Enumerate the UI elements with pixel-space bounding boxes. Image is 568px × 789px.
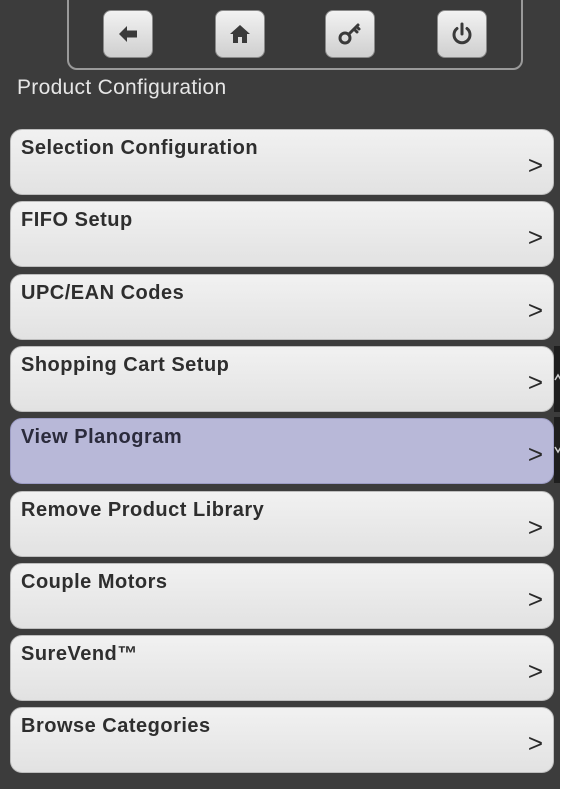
scroll-down-button[interactable] [554,417,560,483]
menu-item-label: UPC/EAN Codes [21,282,185,304]
menu-item-label: Couple Motors [21,571,168,593]
menu-item-label: Selection Configuration [21,137,259,159]
menu-item[interactable]: Remove Product Library > [10,491,554,557]
back-arrow-icon [119,26,137,42]
chevron-right-icon: > [527,656,543,686]
chevron-right-icon: > [527,222,543,252]
home-button[interactable] [215,10,265,58]
chevron-right-icon: > [527,295,543,325]
menu-item[interactable]: SureVend™ > [10,635,554,701]
back-button[interactable] [103,10,153,58]
menu-item-label: SureVend™ [21,643,138,665]
scroll-down-icon [554,446,560,454]
menu-item[interactable]: UPC/EAN Codes > [10,274,554,340]
menu-item[interactable]: View Planogram > [10,418,554,484]
menu-item-label: FIFO Setup [21,209,133,231]
menu-item-label: Shopping Cart Setup [21,354,230,376]
menu-item[interactable]: Selection Configuration > [10,129,554,195]
toolbar [67,0,523,70]
power-button[interactable] [437,10,487,58]
menu-item-label: Remove Product Library [21,499,265,521]
chevron-right-icon: > [527,367,543,397]
scroll-up-button[interactable] [554,346,560,412]
menu-item-label: Browse Categories [21,715,211,737]
chevron-right-icon: > [527,150,543,180]
power-icon [452,22,472,45]
key-icon [338,23,361,45]
chevron-right-icon: > [527,584,543,614]
chevron-right-icon: > [527,728,543,758]
screen: Product Configuration Selection Configur… [0,0,560,789]
scroll-up-icon [554,373,560,381]
menu-item-label: View Planogram [21,426,183,448]
page-title: Product Configuration [17,76,227,99]
key-button[interactable] [325,10,375,58]
chevron-right-icon: > [527,512,543,542]
menu-item[interactable]: Shopping Cart Setup > [10,346,554,412]
home-icon [230,25,250,43]
menu-item[interactable]: Couple Motors > [10,563,554,629]
menu-item[interactable]: Browse Categories > [10,707,554,773]
chevron-right-icon: > [527,439,543,469]
menu-item[interactable]: FIFO Setup > [10,201,554,267]
